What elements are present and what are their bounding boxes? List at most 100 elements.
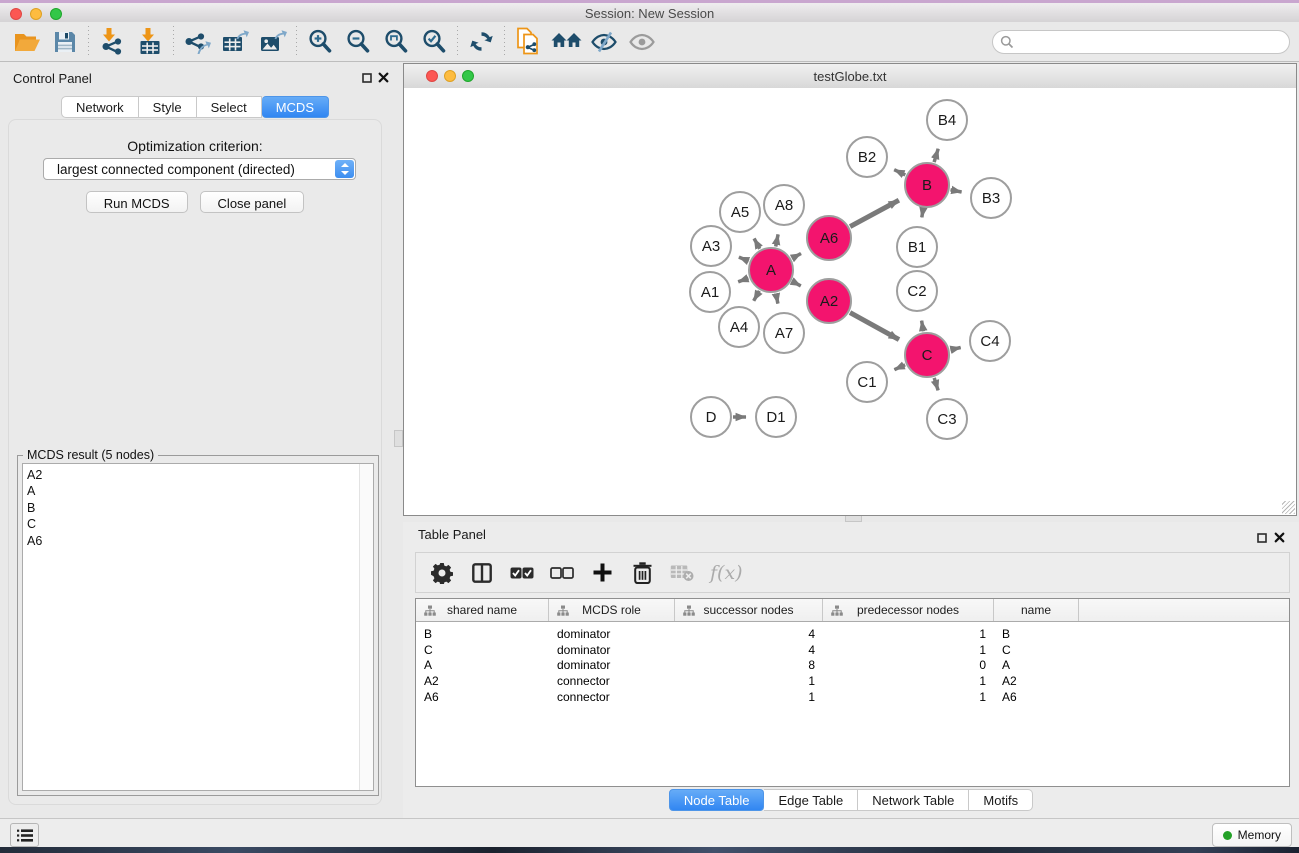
table-row-a[interactable]: Adominator80A	[416, 658, 1289, 674]
mcds-result-item[interactable]: A	[27, 483, 42, 499]
cell-predecessor-nodes[interactable]: 1	[823, 643, 994, 659]
tab-motifs[interactable]: Motifs	[969, 789, 1033, 811]
cell-successor-nodes[interactable]: 8	[675, 658, 823, 674]
add-column-button[interactable]	[590, 559, 614, 587]
edge-A2-C[interactable]	[850, 313, 899, 340]
list-scrollbar[interactable]	[359, 464, 373, 790]
show-all-button[interactable]	[623, 25, 661, 59]
edge-A-A2[interactable]	[792, 281, 801, 286]
node-A3[interactable]: A3	[691, 226, 731, 266]
cell-mcds-role[interactable]: dominator	[549, 643, 675, 659]
edge-B-B2[interactable]	[894, 170, 905, 175]
edge-A-A8[interactable]	[776, 234, 778, 246]
tab-mcds[interactable]: MCDS	[262, 96, 329, 118]
node-C[interactable]: C	[905, 333, 949, 377]
edge-A-A5[interactable]	[754, 239, 760, 249]
node-D1[interactable]: D1	[756, 397, 796, 437]
cell-successor-nodes[interactable]: 1	[675, 690, 823, 706]
table-settings-button[interactable]	[430, 559, 454, 587]
cell-mcds-role[interactable]: connector	[549, 674, 675, 690]
close-table-panel-button[interactable]	[1274, 532, 1285, 543]
node-A4[interactable]: A4	[719, 307, 759, 347]
close-panel-button-mcds[interactable]: Close panel	[200, 191, 305, 213]
node-A7[interactable]: A7	[764, 313, 804, 353]
criterion-dropdown[interactable]: largest connected component (directed)	[43, 158, 356, 180]
float-panel-button[interactable]	[362, 73, 372, 83]
table-row-a6[interactable]: A6connector11A6	[416, 690, 1289, 706]
node-B[interactable]: B	[905, 163, 949, 207]
cell-predecessor-nodes[interactable]: 1	[823, 690, 994, 706]
column-header-shared-name[interactable]: shared name	[416, 599, 549, 621]
node-A[interactable]: A	[749, 248, 793, 292]
memory-button[interactable]: Memory	[1212, 823, 1292, 847]
refresh-button[interactable]	[462, 25, 500, 59]
tab-network[interactable]: Network	[61, 96, 139, 118]
mcds-result-item[interactable]: B	[27, 500, 42, 516]
window-resize-grip[interactable]	[1282, 501, 1295, 514]
tab-node-table[interactable]: Node Table	[669, 789, 765, 811]
cell-predecessor-nodes[interactable]: 0	[823, 658, 994, 674]
cell-name[interactable]: C	[994, 643, 1079, 659]
zoom-fit-button[interactable]	[377, 25, 415, 59]
zoom-in-button[interactable]	[301, 25, 339, 59]
edge-C-C1[interactable]	[894, 365, 905, 370]
search-input[interactable]	[1017, 32, 1281, 52]
node-D[interactable]: D	[691, 397, 731, 437]
cell-mcds-role[interactable]: connector	[549, 690, 675, 706]
node-C4[interactable]: C4	[970, 321, 1010, 361]
cell-name[interactable]: A	[994, 658, 1079, 674]
mcds-result-item[interactable]: A6	[27, 533, 42, 549]
table-row-b[interactable]: Bdominator41B	[416, 627, 1289, 643]
deselect-all-button[interactable]	[550, 559, 574, 587]
edge-C-C4[interactable]	[950, 348, 960, 350]
node-C3[interactable]: C3	[927, 399, 967, 439]
open-session-button[interactable]	[8, 25, 46, 59]
save-session-button[interactable]	[46, 25, 84, 59]
node-B3[interactable]: B3	[971, 178, 1011, 218]
edge-A6-B[interactable]	[850, 200, 899, 226]
hide-selected-button[interactable]	[585, 25, 623, 59]
column-header-successor-nodes[interactable]: successor nodes	[675, 599, 823, 621]
node-A8[interactable]: A8	[764, 185, 804, 225]
edge-A-A6[interactable]	[792, 254, 801, 259]
table-row-c[interactable]: Cdominator41C	[416, 643, 1289, 659]
tab-edge-table[interactable]: Edge Table	[764, 789, 858, 811]
node-C2[interactable]: C2	[897, 271, 937, 311]
cell-successor-nodes[interactable]: 4	[675, 643, 823, 659]
cell-shared-name[interactable]: A2	[416, 674, 549, 690]
export-image-button[interactable]	[254, 25, 292, 59]
cell-predecessor-nodes[interactable]: 1	[823, 627, 994, 643]
cell-shared-name[interactable]: B	[416, 627, 549, 643]
select-all-button[interactable]	[510, 559, 534, 587]
cell-shared-name[interactable]: A	[416, 658, 549, 674]
edge-A-A1[interactable]	[738, 278, 748, 282]
cell-successor-nodes[interactable]: 4	[675, 627, 823, 643]
column-header-name[interactable]: name	[994, 599, 1079, 621]
show-column-button[interactable]	[470, 559, 494, 587]
edge-B-B4[interactable]	[934, 149, 938, 162]
cell-name[interactable]: A2	[994, 674, 1079, 690]
duplicate-network-button[interactable]	[509, 25, 547, 59]
node-B4[interactable]: B4	[927, 100, 967, 140]
cell-successor-nodes[interactable]: 1	[675, 674, 823, 690]
edge-A-A7[interactable]	[776, 294, 778, 304]
edge-A-A3[interactable]	[739, 257, 749, 261]
node-A2[interactable]: A2	[807, 279, 851, 323]
import-network-button[interactable]	[93, 25, 131, 59]
node-B2[interactable]: B2	[847, 137, 887, 177]
mcds-result-item[interactable]: C	[27, 516, 42, 532]
delete-column-button[interactable]	[630, 559, 654, 587]
task-history-button[interactable]	[10, 823, 39, 847]
tab-style[interactable]: Style	[139, 96, 197, 118]
edge-C-C2[interactable]	[922, 321, 924, 332]
run-mcds-button[interactable]: Run MCDS	[86, 191, 188, 213]
node-A1[interactable]: A1	[690, 272, 730, 312]
edge-B-B1[interactable]	[922, 209, 923, 218]
cell-mcds-role[interactable]: dominator	[549, 658, 675, 674]
cell-name[interactable]: A6	[994, 690, 1079, 706]
cell-mcds-role[interactable]: dominator	[549, 627, 675, 643]
edge-A-A4[interactable]	[754, 291, 760, 301]
mcds-result-item[interactable]: A2	[27, 467, 42, 483]
network-canvas[interactable]: B4B2BB3A8A5A6A3B1AC2A1A2A4A7C4CC1DD1C3	[404, 88, 1296, 515]
import-table-button[interactable]	[131, 25, 169, 59]
